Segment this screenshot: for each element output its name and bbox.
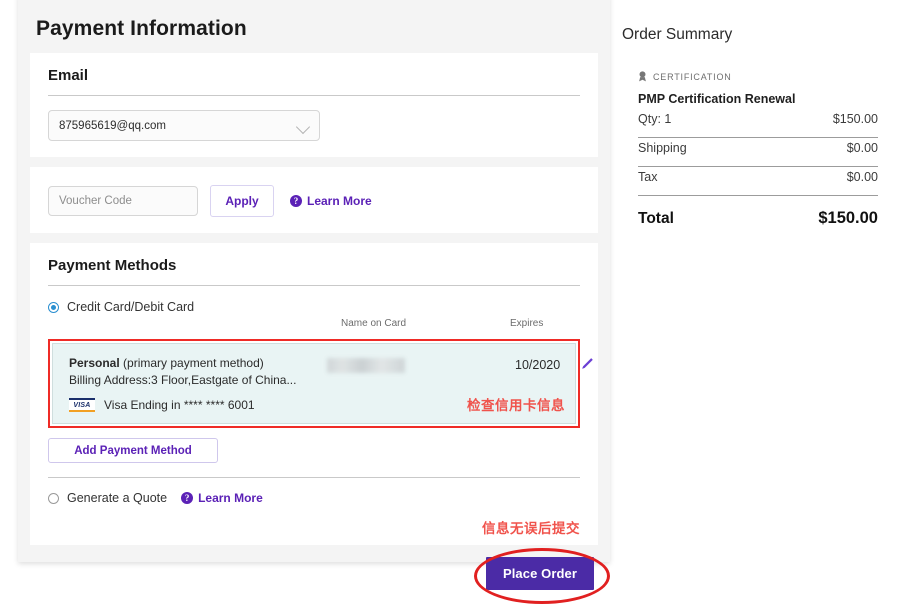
- saved-card-label: Personal: [69, 356, 120, 370]
- order-summary-section: Order Summary CERTIFICATION PMP Certific…: [622, 26, 894, 246]
- quote-learn-more-label: Learn More: [198, 491, 263, 505]
- pencil-icon[interactable]: [580, 357, 594, 371]
- card-table-headers: Name on Card Expires: [48, 318, 580, 334]
- email-section: Email 875965619@qq.com: [30, 53, 598, 157]
- credit-card-radio[interactable]: [48, 302, 59, 313]
- saved-card-billing-address: Billing Address:3 Floor,Eastgate of Chin…: [69, 373, 563, 387]
- summary-row-label: Qty: 1: [638, 112, 671, 126]
- summary-row-shipping: Shipping $0.00: [638, 138, 878, 166]
- saved-card-name-on-card-redacted: [327, 358, 405, 373]
- saved-card[interactable]: Personal (primary payment method) Billin…: [52, 343, 576, 424]
- order-category-tag: CERTIFICATION: [638, 71, 878, 82]
- summary-total-amount: $150.00: [818, 209, 878, 228]
- add-payment-method-button[interactable]: Add Payment Method: [48, 438, 218, 463]
- saved-card-number-line: Visa Ending in **** **** 6001: [104, 398, 255, 412]
- email-select[interactable]: 875965619@qq.com: [48, 110, 320, 141]
- award-badge-icon: [638, 71, 647, 82]
- voucher-section: Apply ? Learn More: [30, 167, 598, 233]
- generate-quote-option-row[interactable]: Generate a Quote ? Learn More: [48, 491, 580, 505]
- column-header-expires: Expires: [510, 318, 543, 329]
- generate-quote-radio[interactable]: [48, 493, 59, 504]
- visa-logo-icon: VISA: [69, 398, 95, 412]
- voucher-code-input[interactable]: [48, 186, 198, 216]
- page-title: Payment Information: [36, 17, 610, 41]
- order-category-label: CERTIFICATION: [653, 72, 732, 82]
- column-header-name-on-card: Name on Card: [341, 318, 406, 329]
- annotation-check-card-info: 检查信用卡信息: [467, 394, 565, 414]
- generate-quote-label: Generate a Quote: [67, 491, 167, 505]
- apply-voucher-button[interactable]: Apply: [210, 185, 274, 217]
- order-summary-card: CERTIFICATION PMP Certification Renewal …: [622, 57, 894, 246]
- annotation-submit-after-check: 信息无误后提交: [48, 517, 580, 537]
- summary-row-amount: $0.00: [847, 141, 878, 155]
- summary-row-label: Tax: [638, 170, 657, 184]
- info-icon: ?: [290, 195, 302, 207]
- summary-row-label: Shipping: [638, 141, 687, 155]
- chevron-down-icon: [296, 120, 310, 134]
- saved-card-title: Personal (primary payment method): [69, 356, 563, 370]
- quote-learn-more-link[interactable]: ? Learn More: [181, 491, 263, 505]
- payment-methods-section: Payment Methods Credit Card/Debit Card N…: [30, 243, 598, 545]
- credit-card-option-row[interactable]: Credit Card/Debit Card: [48, 300, 580, 314]
- saved-card-expires: 10/2020: [515, 358, 560, 372]
- email-select-value: 875965619@qq.com: [59, 120, 166, 132]
- voucher-row: Apply ? Learn More: [48, 183, 580, 217]
- payment-information-panel: Payment Information Email 875965619@qq.c…: [18, 0, 610, 562]
- order-summary-title: Order Summary: [622, 26, 894, 44]
- saved-card-label-suffix: (primary payment method): [123, 356, 264, 370]
- place-order-button[interactable]: Place Order: [486, 557, 594, 590]
- saved-card-highlight-box: Personal (primary payment method) Billin…: [48, 339, 580, 428]
- payment-methods-heading: Payment Methods: [48, 257, 580, 286]
- voucher-learn-more-label: Learn More: [307, 194, 372, 208]
- order-product-name: PMP Certification Renewal: [638, 92, 878, 106]
- summary-row-amount: $150.00: [833, 112, 878, 126]
- email-section-heading: Email: [48, 67, 580, 96]
- summary-row-qty: Qty: 1 $150.00: [638, 112, 878, 137]
- info-icon: ?: [181, 492, 193, 504]
- summary-row-total: Total $150.00: [638, 196, 878, 230]
- summary-row-tax: Tax $0.00: [638, 167, 878, 195]
- voucher-learn-more-link[interactable]: ? Learn More: [290, 194, 372, 208]
- summary-row-amount: $0.00: [847, 170, 878, 184]
- checkout-page: Payment Information Email 875965619@qq.c…: [0, 0, 904, 595]
- summary-total-label: Total: [638, 210, 674, 228]
- panel-footer: Place Order: [18, 545, 610, 609]
- payment-methods-divider: [48, 477, 580, 478]
- credit-card-option-label: Credit Card/Debit Card: [67, 300, 194, 314]
